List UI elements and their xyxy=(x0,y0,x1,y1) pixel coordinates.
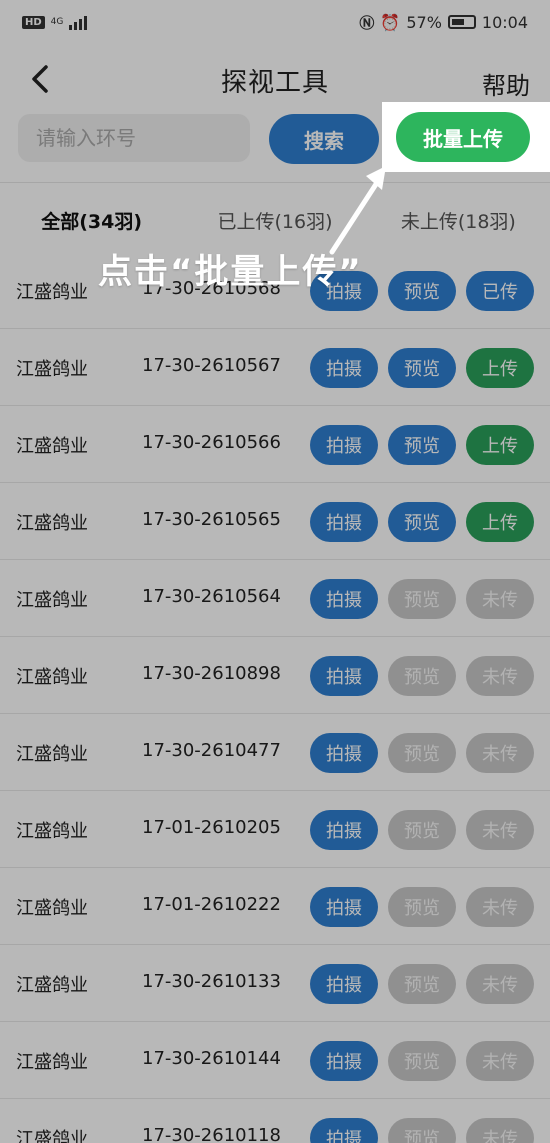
help-link[interactable]: 帮助 xyxy=(482,66,530,101)
ring-number: 17-30-2610564 xyxy=(142,586,281,607)
nav-bar: 探视工具 帮助 xyxy=(0,52,550,108)
preview-button-disabled: 预览 xyxy=(388,579,456,619)
nfc-icon: Ⓝ xyxy=(359,13,375,32)
shoot-button[interactable]: 拍摄 xyxy=(310,656,378,696)
status-right: Ⓝ ⏰ 57% 10:04 xyxy=(359,12,528,33)
list-item: 江盛鸽业 17-30-2610144 拍摄 预览 未传 xyxy=(0,1022,550,1099)
shoot-button[interactable]: 拍摄 xyxy=(310,1118,378,1143)
ring-number: 17-30-2610567 xyxy=(142,355,281,376)
owner-name: 江盛鸽业 xyxy=(16,359,88,380)
tab-uploaded[interactable]: 已上传(16羽) xyxy=(183,190,366,250)
preview-button[interactable]: 预览 xyxy=(388,271,456,311)
filter-tabs: 全部(34羽) 已上传(16羽) 未上传(18羽) xyxy=(0,190,550,250)
ring-number: 17-30-2610898 xyxy=(142,663,281,684)
list-item: 江盛鸽业 17-30-2610133 拍摄 预览 未传 xyxy=(0,945,550,1022)
owner-name: 江盛鸽业 xyxy=(16,590,88,611)
alarm-icon: ⏰ xyxy=(380,12,401,32)
owner-name: 江盛鸽业 xyxy=(16,744,88,765)
preview-button-disabled: 预览 xyxy=(388,733,456,773)
owner-name: 江盛鸽业 xyxy=(16,1052,88,1073)
shoot-button[interactable]: 拍摄 xyxy=(310,425,378,465)
network-label: 4G xyxy=(50,16,64,27)
owner-name: 江盛鸽业 xyxy=(16,975,88,996)
preview-button-disabled: 预览 xyxy=(388,656,456,696)
status-bar: HD 4G Ⓝ ⏰ 57% 10:04 xyxy=(0,0,550,44)
ring-number: 17-30-2610566 xyxy=(142,432,281,453)
ring-number: 17-01-2610222 xyxy=(142,894,281,915)
shoot-button[interactable]: 拍摄 xyxy=(310,810,378,850)
ring-number: 17-30-2610144 xyxy=(142,1048,281,1069)
not-uploaded-button: 未传 xyxy=(466,1118,534,1143)
preview-button-disabled: 预览 xyxy=(388,810,456,850)
batch-upload-button[interactable]: 批量上传 xyxy=(396,112,530,162)
not-uploaded-button: 未传 xyxy=(466,1041,534,1081)
preview-button[interactable]: 预览 xyxy=(388,348,456,388)
status-left: HD 4G xyxy=(22,14,88,30)
list-item: 江盛鸽业 17-30-2610565 拍摄 预览 上传 xyxy=(0,483,550,560)
hd-badge: HD xyxy=(22,15,45,29)
divider xyxy=(0,182,550,183)
list-item: 江盛鸽业 17-30-2610477 拍摄 预览 未传 xyxy=(0,714,550,791)
ring-search-input[interactable] xyxy=(18,114,250,162)
uploaded-button[interactable]: 已传 xyxy=(466,271,534,311)
preview-button[interactable]: 预览 xyxy=(388,502,456,542)
shoot-button[interactable]: 拍摄 xyxy=(310,579,378,619)
shoot-button[interactable]: 拍摄 xyxy=(310,733,378,773)
network-indicator: 4G xyxy=(50,16,64,27)
upload-button[interactable]: 上传 xyxy=(466,425,534,465)
preview-button-disabled: 预览 xyxy=(388,887,456,927)
preview-button-disabled: 预览 xyxy=(388,1041,456,1081)
ring-number: 17-30-2610118 xyxy=(142,1125,281,1143)
not-uploaded-button: 未传 xyxy=(466,656,534,696)
owner-name: 江盛鸽业 xyxy=(16,821,88,842)
tab-not-uploaded[interactable]: 未上传(18羽) xyxy=(367,190,550,250)
list-item: 江盛鸽业 17-30-2610898 拍摄 预览 未传 xyxy=(0,637,550,714)
tutorial-hint-text: 点击“批量上传” xyxy=(98,252,363,292)
list-item: 江盛鸽业 17-30-2610564 拍摄 预览 未传 xyxy=(0,560,550,637)
not-uploaded-button: 未传 xyxy=(466,579,534,619)
shoot-button[interactable]: 拍摄 xyxy=(310,348,378,388)
owner-name: 江盛鸽业 xyxy=(16,513,88,534)
signal-icon xyxy=(69,14,88,30)
not-uploaded-button: 未传 xyxy=(466,733,534,773)
status-time: 10:04 xyxy=(481,12,528,32)
ring-number: 17-30-2610477 xyxy=(142,740,281,761)
list-item: 江盛鸽业 17-01-2610205 拍摄 预览 未传 xyxy=(0,791,550,868)
battery-percent: 57% xyxy=(406,12,442,32)
owner-name: 江盛鸽业 xyxy=(16,282,88,303)
owner-name: 江盛鸽业 xyxy=(16,898,88,919)
not-uploaded-button: 未传 xyxy=(466,887,534,927)
page-title: 探视工具 xyxy=(220,67,329,98)
list-item: 江盛鸽业 17-30-2610567 拍摄 预览 上传 xyxy=(0,329,550,406)
tab-all[interactable]: 全部(34羽) xyxy=(0,190,183,250)
owner-name: 江盛鸽业 xyxy=(16,436,88,457)
list-item: 江盛鸽业 17-30-2610118 拍摄 预览 未传 xyxy=(0,1099,550,1143)
owner-name: 江盛鸽业 xyxy=(16,1129,88,1143)
list-item: 江盛鸽业 17-01-2610222 拍摄 预览 未传 xyxy=(0,868,550,945)
not-uploaded-button: 未传 xyxy=(466,964,534,1004)
ring-number: 17-30-2610133 xyxy=(142,971,281,992)
battery-icon xyxy=(447,15,476,29)
owner-name: 江盛鸽业 xyxy=(16,667,88,688)
preview-button-disabled: 预览 xyxy=(388,1118,456,1143)
shoot-button[interactable]: 拍摄 xyxy=(310,1041,378,1081)
search-button[interactable]: 搜索 xyxy=(269,114,379,164)
preview-button[interactable]: 预览 xyxy=(388,425,456,465)
upload-button[interactable]: 上传 xyxy=(466,348,534,388)
pigeon-list: 江盛鸽业 17-30-2610568 拍摄 预览 已传 江盛鸽业 17-30-2… xyxy=(0,252,550,1143)
shoot-button[interactable]: 拍摄 xyxy=(310,887,378,927)
back-chevron-icon[interactable] xyxy=(28,64,54,94)
shoot-button[interactable]: 拍摄 xyxy=(310,502,378,542)
list-item: 江盛鸽业 17-30-2610566 拍摄 预览 上传 xyxy=(0,406,550,483)
ring-number: 17-01-2610205 xyxy=(142,817,281,838)
shoot-button[interactable]: 拍摄 xyxy=(310,964,378,1004)
ring-number: 17-30-2610565 xyxy=(142,509,281,530)
not-uploaded-button: 未传 xyxy=(466,810,534,850)
preview-button-disabled: 预览 xyxy=(388,964,456,1004)
upload-button[interactable]: 上传 xyxy=(466,502,534,542)
